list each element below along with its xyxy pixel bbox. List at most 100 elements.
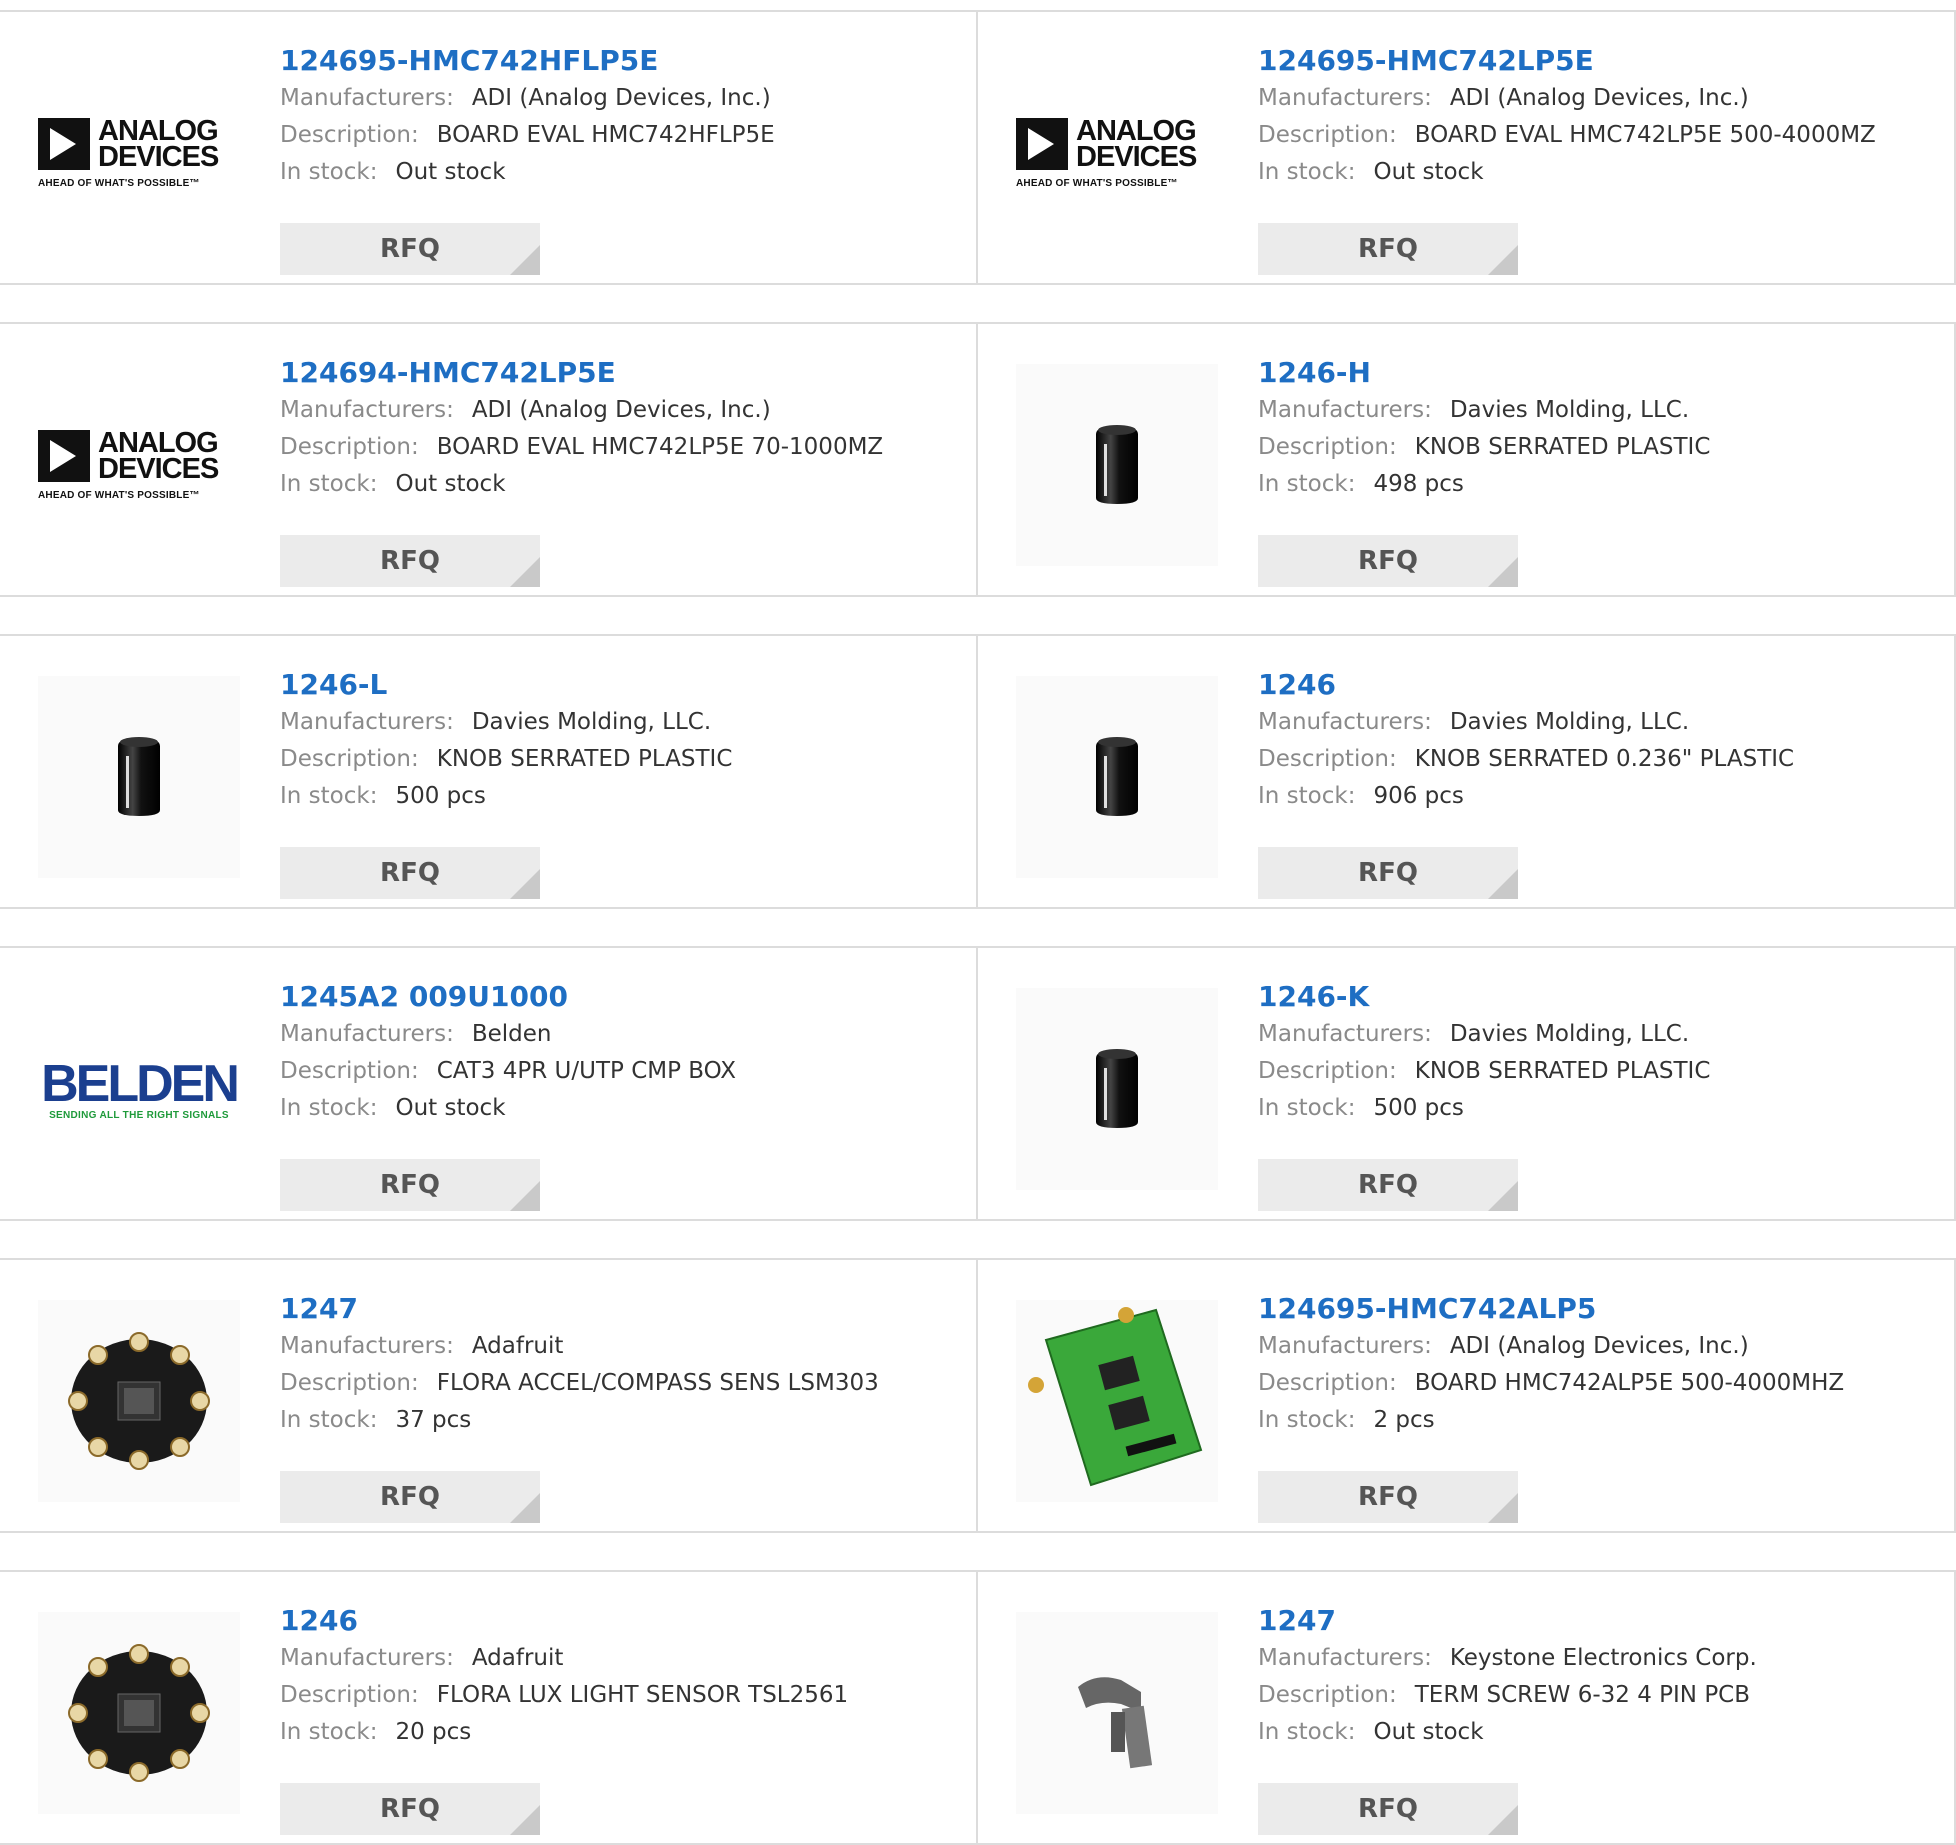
- part-number-link[interactable]: 1245A2 009U1000: [280, 978, 736, 1016]
- part-number-link[interactable]: 1246-K: [1258, 978, 1710, 1016]
- stock-value: Out stock: [1373, 159, 1484, 185]
- part-number-link[interactable]: 1247: [280, 1290, 879, 1328]
- product-thumbnail[interactable]: ANALOG DEVICES AHEAD OF WHAT'S POSSIBLE™: [38, 52, 240, 254]
- manufacturer-label: Manufacturers:: [280, 1021, 454, 1047]
- part-number-link[interactable]: 124694-HMC742LP5E: [280, 354, 883, 392]
- product-thumbnail[interactable]: ANALOG DEVICES AHEAD OF WHAT'S POSSIBLE™: [1016, 52, 1218, 254]
- stock-line: In stock: 498 pcs: [1258, 466, 1710, 503]
- rfq-button[interactable]: RFQ: [280, 1783, 540, 1835]
- description-value: KNOB SERRATED PLASTIC: [1414, 434, 1711, 460]
- rfq-button[interactable]: RFQ: [280, 223, 540, 275]
- corner-triangle-icon: [1488, 1805, 1518, 1835]
- rfq-label: RFQ: [1358, 858, 1418, 888]
- manufacturer-label: Manufacturers:: [1258, 1333, 1432, 1359]
- description-label: Description:: [1258, 434, 1397, 460]
- description-value: BOARD EVAL HMC742HFLP5E: [436, 122, 775, 148]
- product-thumbnail[interactable]: [1016, 1300, 1218, 1502]
- product-thumbnail[interactable]: BELDEN SENDING ALL THE RIGHT SIGNALS: [38, 988, 240, 1190]
- rfq-button[interactable]: RFQ: [1258, 223, 1518, 275]
- rfq-button[interactable]: RFQ: [280, 1159, 540, 1211]
- rfq-label: RFQ: [1358, 546, 1418, 576]
- manufacturer-value: Adafruit: [471, 1645, 564, 1671]
- stock-value: 2 pcs: [1373, 1407, 1435, 1433]
- manufacturer-value: Davies Molding, LLC.: [1449, 1021, 1690, 1047]
- product-row: ANALOG DEVICES AHEAD OF WHAT'S POSSIBLE™ 12…: [0, 10, 1956, 285]
- rfq-button[interactable]: RFQ: [1258, 1783, 1518, 1835]
- part-number-link[interactable]: 1246: [1258, 666, 1794, 704]
- stock-value: 37 pcs: [395, 1407, 472, 1433]
- manufacturer-line: Manufacturers: Adafruit: [280, 1640, 848, 1677]
- rfq-label: RFQ: [380, 1482, 440, 1512]
- part-number-link[interactable]: 1246-H: [1258, 354, 1710, 392]
- product-thumbnail[interactable]: [1016, 364, 1218, 566]
- rfq-button[interactable]: RFQ: [1258, 847, 1518, 899]
- description-label: Description:: [1258, 746, 1397, 772]
- stock-label: In stock:: [280, 1719, 378, 1745]
- rfq-button[interactable]: RFQ: [280, 1471, 540, 1523]
- stock-label: In stock:: [280, 1407, 378, 1433]
- manufacturer-line: Manufacturers: Keystone Electronics Corp.: [1258, 1640, 1757, 1677]
- manufacturer-label: Manufacturers:: [1258, 1021, 1432, 1047]
- stock-label: In stock:: [280, 471, 378, 497]
- product-thumbnail[interactable]: [1016, 1612, 1218, 1814]
- knob-image: [1016, 988, 1218, 1190]
- description-line: Description: FLORA ACCEL/COMPASS SENS LSM…: [280, 1365, 879, 1402]
- manufacturer-label: Manufacturers:: [1258, 397, 1432, 423]
- part-number-link[interactable]: 124695-HMC742ALP5: [1258, 1290, 1844, 1328]
- manufacturer-label: Manufacturers:: [1258, 1645, 1432, 1671]
- product-thumbnail[interactable]: [1016, 988, 1218, 1190]
- stock-label: In stock:: [280, 783, 378, 809]
- corner-triangle-icon: [510, 1805, 540, 1835]
- stock-label: In stock:: [1258, 159, 1356, 185]
- knob-image: [38, 676, 240, 878]
- description-line: Description: FLORA LUX LIGHT SENSOR TSL25…: [280, 1677, 848, 1714]
- product-thumbnail[interactable]: [1016, 676, 1218, 878]
- rfq-button[interactable]: RFQ: [1258, 1159, 1518, 1211]
- manufacturer-value: Davies Molding, LLC.: [1449, 709, 1690, 735]
- description-value: KNOB SERRATED PLASTIC: [1414, 1058, 1711, 1084]
- manufacturer-label: Manufacturers:: [280, 1645, 454, 1671]
- part-number-link[interactable]: 124695-HMC742LP5E: [1258, 42, 1876, 80]
- product-thumbnail[interactable]: [38, 1612, 240, 1814]
- rfq-button[interactable]: RFQ: [280, 535, 540, 587]
- part-number-link[interactable]: 1246-L: [280, 666, 732, 704]
- product-thumbnail[interactable]: [38, 676, 240, 878]
- corner-triangle-icon: [1488, 1181, 1518, 1211]
- rfq-button[interactable]: RFQ: [280, 847, 540, 899]
- stock-label: In stock:: [1258, 1407, 1356, 1433]
- rfq-label: RFQ: [380, 1170, 440, 1200]
- manufacturer-label: Manufacturers:: [1258, 85, 1432, 111]
- rfq-button[interactable]: RFQ: [1258, 535, 1518, 587]
- stock-line: In stock: Out stock: [1258, 154, 1876, 191]
- corner-triangle-icon: [510, 1493, 540, 1523]
- part-number-link[interactable]: 1246: [280, 1602, 848, 1640]
- stock-value: 20 pcs: [395, 1719, 472, 1745]
- part-number-link[interactable]: 1247: [1258, 1602, 1757, 1640]
- manufacturer-value: Belden: [471, 1021, 552, 1047]
- rfq-label: RFQ: [1358, 1482, 1418, 1512]
- product-thumbnail[interactable]: [38, 1300, 240, 1502]
- stock-value: Out stock: [395, 471, 506, 497]
- rfq-label: RFQ: [380, 234, 440, 264]
- analog-devices-logo: ANALOG DEVICES AHEAD OF WHAT'S POSSIBLE™: [1016, 114, 1197, 189]
- description-label: Description:: [280, 1058, 419, 1084]
- rfq-button[interactable]: RFQ: [1258, 1471, 1518, 1523]
- description-label: Description:: [1258, 1370, 1397, 1396]
- stock-value: 500 pcs: [395, 783, 486, 809]
- description-line: Description: BOARD EVAL HMC742LP5E 70-100…: [280, 429, 883, 466]
- description-line: Description: BOARD HMC742ALP5E 500-4000MH…: [1258, 1365, 1844, 1402]
- description-label: Description:: [1258, 1058, 1397, 1084]
- manufacturer-line: Manufacturers: Davies Molding, LLC.: [280, 704, 732, 741]
- product-card: 1246 Manufacturers: Adafruit Description: FL…: [0, 1572, 978, 1843]
- description-value: BOARD HMC742ALP5E 500-4000MHZ: [1414, 1370, 1845, 1396]
- description-value: CAT3 4PR U/UTP CMP BOX: [436, 1058, 737, 1084]
- manufacturer-line: Manufacturers: ADI (Analog Devices, Inc.): [280, 80, 775, 117]
- stock-line: In stock: 20 pcs: [280, 1714, 848, 1751]
- knob-image: [1016, 676, 1218, 878]
- part-number-link[interactable]: 124695-HMC742HFLP5E: [280, 42, 775, 80]
- belden-logo: BELDEN SENDING ALL THE RIGHT SIGNALS: [41, 1054, 240, 1121]
- product-thumbnail[interactable]: ANALOG DEVICES AHEAD OF WHAT'S POSSIBLE™: [38, 364, 240, 566]
- description-line: Description: BOARD EVAL HMC742LP5E 500-40…: [1258, 117, 1876, 154]
- manufacturer-line: Manufacturers: Davies Molding, LLC.: [1258, 704, 1794, 741]
- description-label: Description:: [1258, 1682, 1397, 1708]
